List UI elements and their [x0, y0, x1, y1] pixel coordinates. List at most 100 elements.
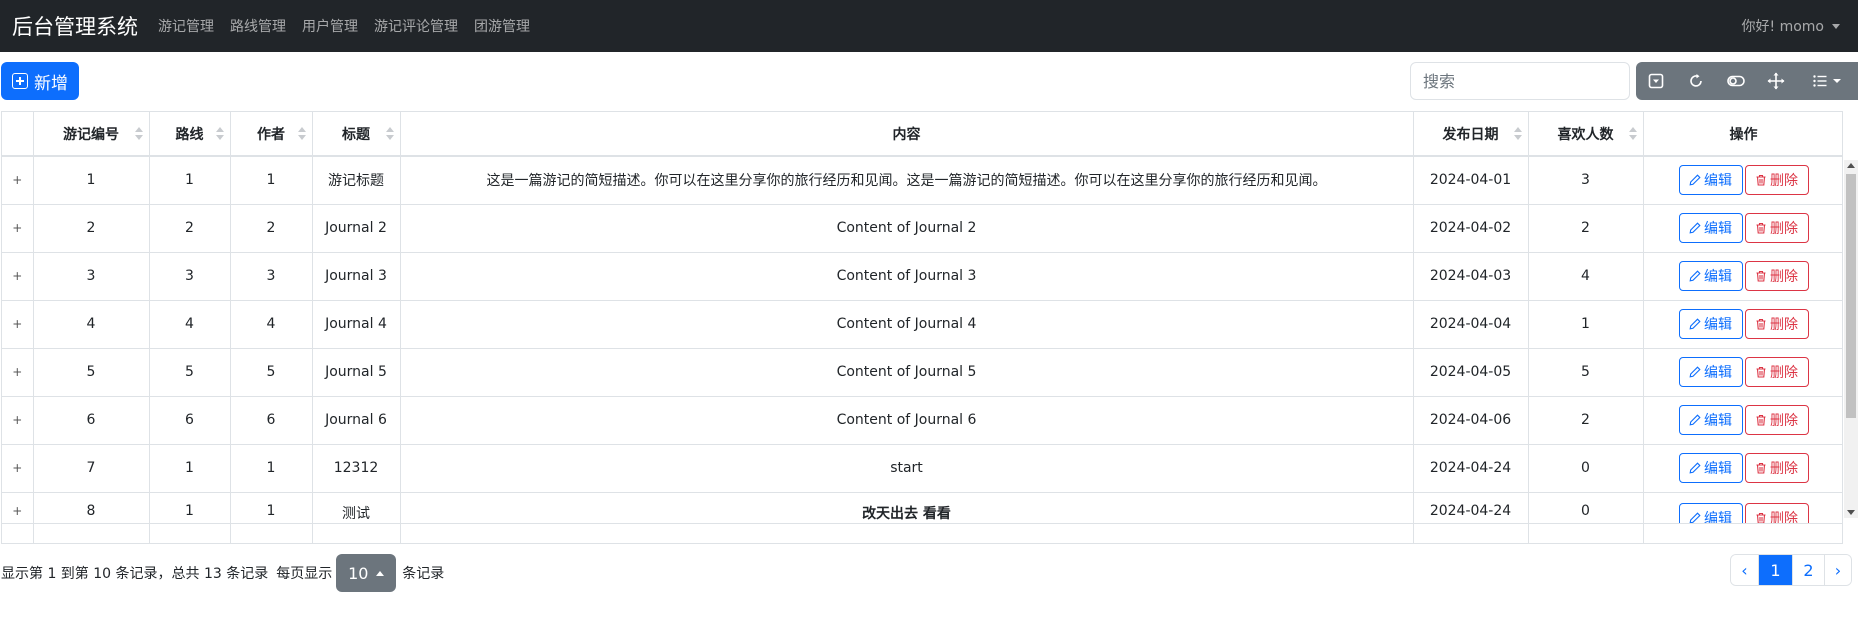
footer-cell	[1528, 523, 1644, 543]
expand-cell[interactable]: +	[2, 204, 34, 253]
cell-likes: 3	[1528, 156, 1644, 205]
expand-cell[interactable]: +	[2, 348, 34, 397]
nav-link-comments[interactable]: 游记评论管理	[374, 16, 458, 36]
table-row: +3 3 3 Journal 3 Content of Journal 3 2024-04…	[2, 252, 1842, 301]
expand-icon[interactable]: +	[12, 365, 22, 379]
toggle-view-button[interactable]	[1716, 62, 1756, 100]
delete-button[interactable]: 删除	[1744, 309, 1809, 339]
page-next-button[interactable]: ›	[1825, 555, 1851, 585]
expand-cell[interactable]: +	[2, 300, 34, 349]
footer-cell	[230, 523, 313, 543]
page-2-button[interactable]: 2	[1793, 555, 1825, 585]
vertical-scrollbar[interactable]	[1844, 160, 1858, 518]
expand-icon[interactable]: +	[12, 413, 22, 427]
cell-date: 2024-04-24	[1413, 444, 1529, 493]
cell-likes: 2	[1528, 204, 1644, 253]
column-header-title[interactable]: 标题	[312, 112, 401, 157]
nav-link-journals[interactable]: 游记管理	[158, 16, 214, 36]
cell-title: 测试	[312, 492, 401, 524]
cell-route: 3	[149, 252, 231, 301]
pencil-icon	[1689, 174, 1701, 186]
scroll-up-icon[interactable]	[1847, 163, 1855, 168]
per-page-suffix: 条记录	[402, 566, 445, 582]
cell-likes: 0	[1528, 492, 1644, 524]
expand-cell[interactable]: +	[2, 492, 34, 524]
column-header-content: 内容	[400, 112, 1414, 157]
delete-button[interactable]: 删除	[1744, 502, 1809, 522]
expand-icon[interactable]: +	[12, 221, 22, 235]
column-header-id[interactable]: 游记编号	[33, 112, 150, 157]
expand-icon[interactable]: +	[12, 504, 22, 518]
edit-button[interactable]: 编辑	[1678, 309, 1743, 339]
cell-date: 2024-04-01	[1413, 156, 1529, 205]
edit-button[interactable]: 编辑	[1678, 357, 1743, 387]
table-row: +5 5 5 Journal 5 Content of Journal 5 2024-04…	[2, 348, 1842, 397]
expand-icon[interactable]: +	[12, 461, 22, 475]
cell-author: 1	[230, 156, 313, 205]
edit-button[interactable]: 编辑	[1678, 453, 1743, 483]
columns-button[interactable]	[1796, 62, 1858, 100]
cell-author: 1	[230, 444, 313, 493]
sort-icon	[134, 127, 143, 141]
pencil-icon	[1689, 462, 1701, 474]
pencil-icon	[1689, 270, 1701, 282]
sort-icon	[1628, 127, 1637, 141]
refresh-button[interactable]	[1676, 62, 1716, 100]
column-header-author[interactable]: 作者	[230, 112, 313, 157]
expand-cell[interactable]: +	[2, 396, 34, 445]
cell-route: 5	[149, 348, 231, 397]
edit-button[interactable]: 编辑	[1678, 405, 1743, 435]
record-range-text: 显示第 1 到第 10 条记录，总共 13 条记录	[1, 566, 269, 582]
cell-id: 7	[33, 444, 150, 493]
delete-button[interactable]: 删除	[1744, 453, 1809, 483]
page-prev-button[interactable]: ‹	[1731, 555, 1759, 585]
expand-icon[interactable]: +	[12, 173, 22, 187]
column-header-date[interactable]: 发布日期	[1413, 112, 1529, 157]
scroll-down-icon[interactable]	[1847, 510, 1855, 515]
cell-actions: 编辑 删除	[1643, 300, 1842, 349]
nav-link-users[interactable]: 用户管理	[302, 16, 358, 36]
search-input[interactable]	[1410, 62, 1630, 100]
cell-author: 3	[230, 252, 313, 301]
add-button[interactable]: 新增	[1, 62, 79, 100]
cell-likes: 1	[1528, 300, 1644, 349]
delete-button[interactable]: 删除	[1744, 261, 1809, 291]
edit-button[interactable]: 编辑	[1678, 213, 1743, 243]
trash-icon	[1756, 222, 1766, 234]
expand-cell[interactable]: +	[2, 444, 34, 493]
trash-icon	[1756, 270, 1766, 282]
cell-date: 2024-04-02	[1413, 204, 1529, 253]
delete-button[interactable]: 删除	[1744, 165, 1809, 196]
chevron-down-icon	[1832, 23, 1840, 29]
edit-button[interactable]: 编辑	[1678, 261, 1743, 291]
footer-cell	[1413, 523, 1529, 543]
nav-link-routes[interactable]: 路线管理	[230, 16, 286, 36]
cell-title: Journal 2	[312, 204, 401, 253]
nav-link-tours[interactable]: 团游管理	[474, 16, 530, 36]
delete-button[interactable]: 删除	[1744, 357, 1809, 387]
expand-icon[interactable]: +	[12, 269, 22, 283]
brand-title[interactable]: 后台管理系统	[12, 11, 138, 41]
scrollbar-thumb[interactable]	[1846, 174, 1856, 418]
export-button[interactable]	[1636, 62, 1676, 100]
edit-button[interactable]: 编辑	[1678, 502, 1743, 522]
page-1-button[interactable]: 1	[1759, 555, 1793, 585]
expand-icon[interactable]: +	[12, 317, 22, 331]
column-header-route[interactable]: 路线	[149, 112, 231, 157]
column-header-likes[interactable]: 喜欢人数	[1528, 112, 1644, 157]
cell-likes: 0	[1528, 444, 1644, 493]
edit-button[interactable]: 编辑	[1678, 165, 1743, 196]
cell-id: 1	[33, 156, 150, 205]
delete-button[interactable]: 删除	[1744, 405, 1809, 435]
expand-cell[interactable]: +	[2, 156, 34, 205]
delete-button[interactable]: 删除	[1744, 213, 1809, 243]
expand-cell[interactable]: +	[2, 252, 34, 301]
trash-icon	[1756, 175, 1766, 186]
plus-square-icon	[12, 73, 28, 89]
user-menu[interactable]: 你好! momo	[1742, 0, 1840, 52]
pagination: ‹ 1 2 ›	[1730, 554, 1852, 586]
page-size-dropdown[interactable]: 10	[336, 554, 397, 592]
caret-up-icon	[376, 570, 385, 576]
fullscreen-button[interactable]	[1756, 62, 1796, 100]
user-greeting: 你好! momo	[1741, 19, 1824, 35]
